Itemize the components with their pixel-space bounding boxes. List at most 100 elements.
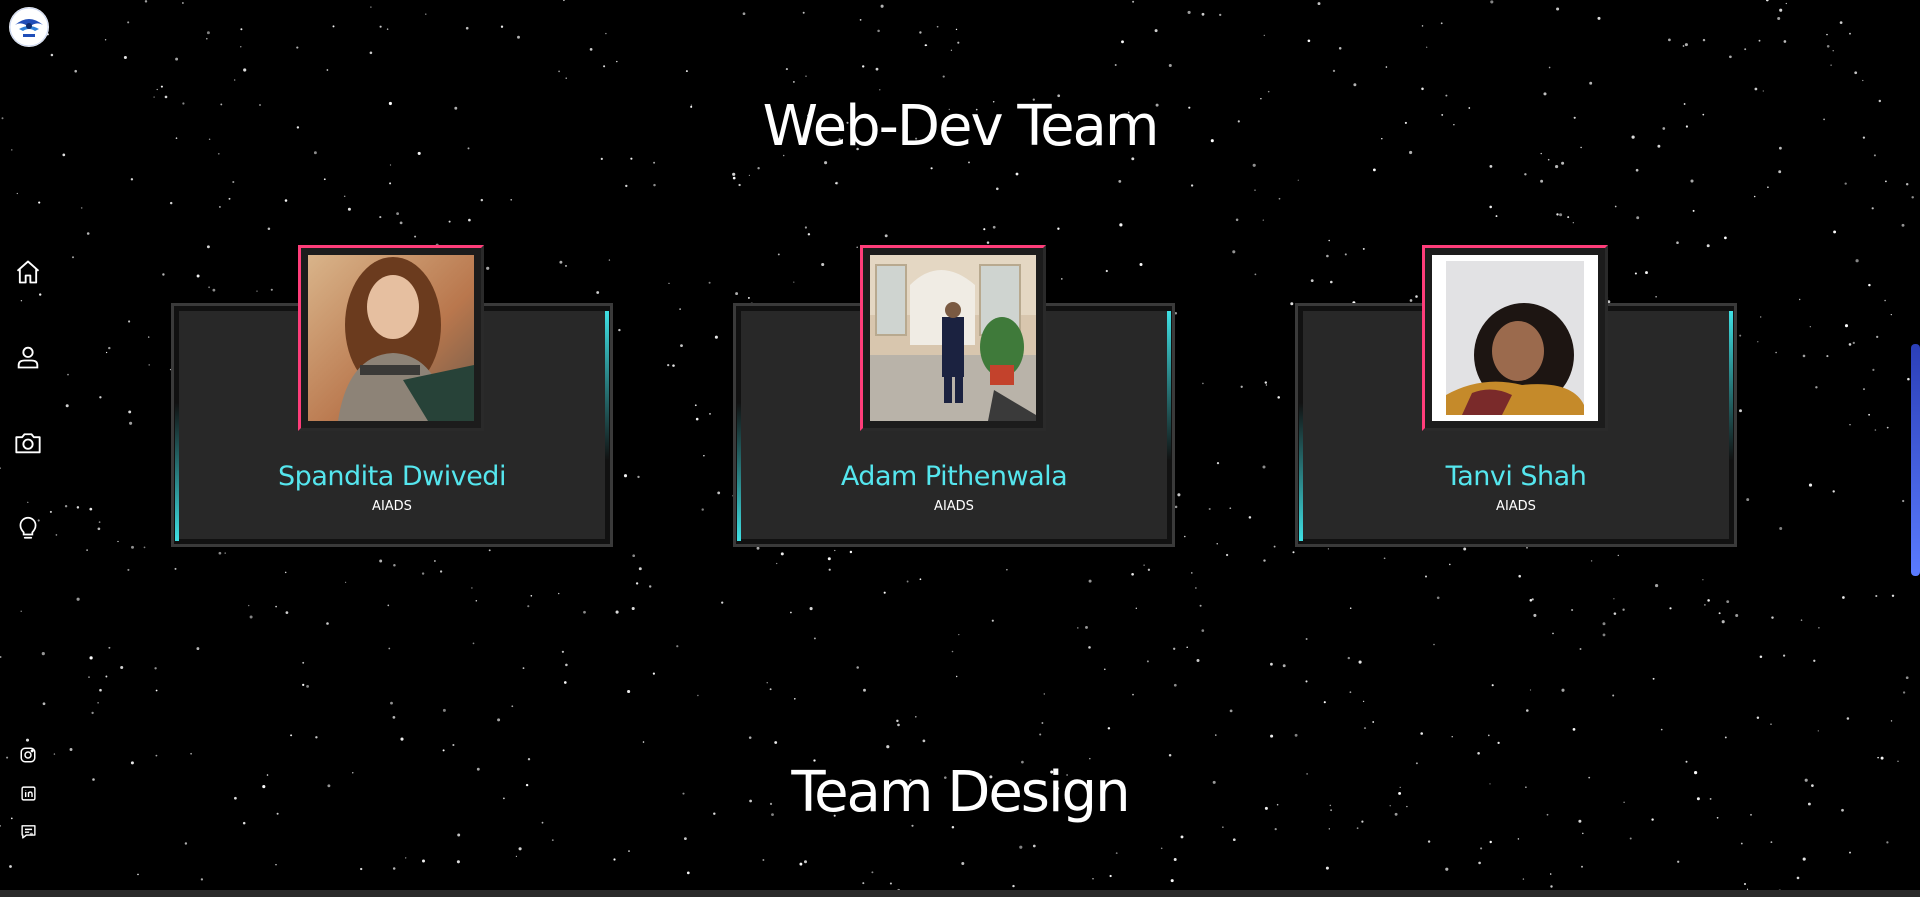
star (388, 647, 391, 650)
star (1139, 263, 1143, 266)
star (1196, 659, 1200, 662)
star (1420, 732, 1423, 735)
star (1317, 2, 1321, 6)
star (1202, 382, 1204, 385)
star (1848, 343, 1852, 346)
star (1905, 676, 1909, 680)
member-photo-frame (860, 245, 1046, 431)
star (880, 4, 884, 8)
star (1767, 186, 1769, 189)
star (1385, 66, 1388, 68)
star (38, 201, 41, 204)
star (396, 212, 399, 216)
star (805, 75, 807, 77)
star (80, 207, 83, 209)
star (1902, 499, 1905, 503)
star (379, 25, 382, 28)
star (343, 195, 346, 198)
star (1771, 616, 1774, 619)
member-photo (870, 255, 1036, 421)
star (1524, 173, 1527, 176)
star (1590, 560, 1593, 562)
star (1490, 0, 1494, 4)
star (326, 622, 329, 625)
star (25, 738, 30, 742)
star (1478, 861, 1481, 865)
star (1282, 664, 1286, 668)
star (1173, 647, 1176, 650)
star (1802, 354, 1806, 358)
star (915, 716, 917, 718)
star (1265, 384, 1268, 386)
star (332, 25, 335, 28)
star (1635, 168, 1639, 172)
star (1061, 278, 1063, 280)
star (695, 417, 699, 421)
star (732, 172, 736, 176)
nav-gallery[interactable] (12, 427, 44, 459)
nav-home[interactable] (12, 256, 44, 288)
star (510, 198, 513, 201)
star (1085, 625, 1088, 629)
star (1032, 844, 1036, 848)
star (924, 44, 927, 47)
star (799, 862, 803, 866)
star (104, 39, 107, 41)
star (1222, 826, 1224, 828)
star (1216, 462, 1220, 465)
star (565, 663, 568, 667)
star (1039, 733, 1042, 736)
star (414, 235, 417, 238)
star (439, 570, 443, 573)
star (456, 860, 460, 864)
star (1770, 841, 1773, 844)
star (1168, 63, 1172, 68)
star (1645, 271, 1648, 275)
star (1491, 684, 1494, 687)
star (1754, 87, 1758, 91)
star (1362, 247, 1365, 250)
star (256, 290, 258, 292)
star (162, 273, 165, 276)
star (721, 601, 724, 604)
star (147, 336, 150, 338)
scrollbar-thumb[interactable] (1911, 344, 1920, 576)
star (306, 684, 310, 688)
star (790, 611, 792, 614)
star (1143, 564, 1145, 566)
star (613, 858, 616, 861)
nav-ideas[interactable] (12, 512, 44, 544)
star (1547, 158, 1550, 161)
star (1187, 10, 1191, 14)
star (515, 855, 518, 858)
star (1092, 878, 1094, 880)
star (9, 865, 12, 868)
member-name: Tanvi Shah (1445, 461, 1587, 492)
star (1589, 81, 1593, 85)
star (174, 567, 177, 570)
star (1328, 828, 1330, 830)
star (1356, 827, 1359, 830)
star (1529, 689, 1532, 691)
star (108, 346, 111, 350)
star (957, 41, 960, 44)
star (1216, 543, 1218, 545)
member-dept: AIADS (372, 499, 412, 514)
star (1267, 90, 1270, 93)
star (527, 605, 530, 608)
star (1421, 87, 1424, 91)
star (863, 688, 866, 692)
star (1799, 298, 1801, 301)
star (88, 676, 90, 679)
star (802, 11, 805, 14)
star (1115, 852, 1118, 855)
star (776, 562, 778, 565)
star (1353, 83, 1357, 87)
star (270, 288, 273, 291)
nav-profile[interactable] (12, 341, 44, 373)
site-logo[interactable] (9, 7, 49, 47)
star (1421, 25, 1424, 27)
star (1225, 553, 1229, 557)
star (642, 741, 645, 743)
star (856, 666, 859, 669)
